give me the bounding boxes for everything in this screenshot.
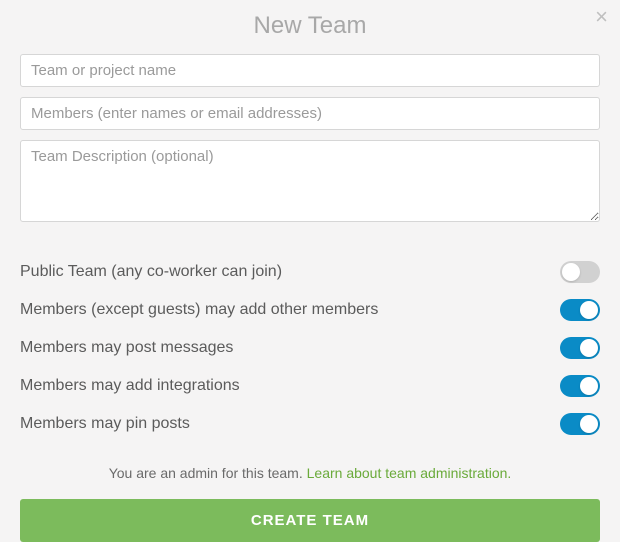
option-label: Public Team (any co-worker can join) xyxy=(20,263,282,281)
new-team-modal: × New Team Public Team (any co-worker ca… xyxy=(0,0,620,517)
option-public-team: Public Team (any co-worker can join) xyxy=(20,253,600,291)
options-list: Public Team (any co-worker can join) Mem… xyxy=(20,247,600,453)
admin-link[interactable]: Learn about team administration. xyxy=(307,465,512,481)
option-label: Members (except guests) may add other me… xyxy=(20,301,378,319)
option-label: Members may pin posts xyxy=(20,415,190,433)
toggle-members-add-members[interactable] xyxy=(560,299,600,321)
option-members-pin: Members may pin posts xyxy=(20,405,600,443)
modal-title: New Team xyxy=(20,12,600,40)
team-name-input[interactable] xyxy=(20,54,600,87)
option-label: Members may add integrations xyxy=(20,377,240,395)
admin-notice: You are an admin for this team. Learn ab… xyxy=(20,465,600,481)
admin-text: You are an admin for this team. xyxy=(109,465,307,481)
option-members-integrations: Members may add integrations xyxy=(20,367,600,405)
option-members-post: Members may post messages xyxy=(20,329,600,367)
members-input[interactable] xyxy=(20,97,600,130)
toggle-members-pin[interactable] xyxy=(560,413,600,435)
create-team-button[interactable]: CREATE TEAM xyxy=(20,499,600,542)
toggle-members-integrations[interactable] xyxy=(560,375,600,397)
toggle-members-post[interactable] xyxy=(560,337,600,359)
option-label: Members may post messages xyxy=(20,339,233,357)
description-textarea[interactable] xyxy=(20,140,600,222)
option-members-add-members: Members (except guests) may add other me… xyxy=(20,291,600,329)
close-icon[interactable]: × xyxy=(595,6,608,28)
toggle-public-team[interactable] xyxy=(560,261,600,283)
